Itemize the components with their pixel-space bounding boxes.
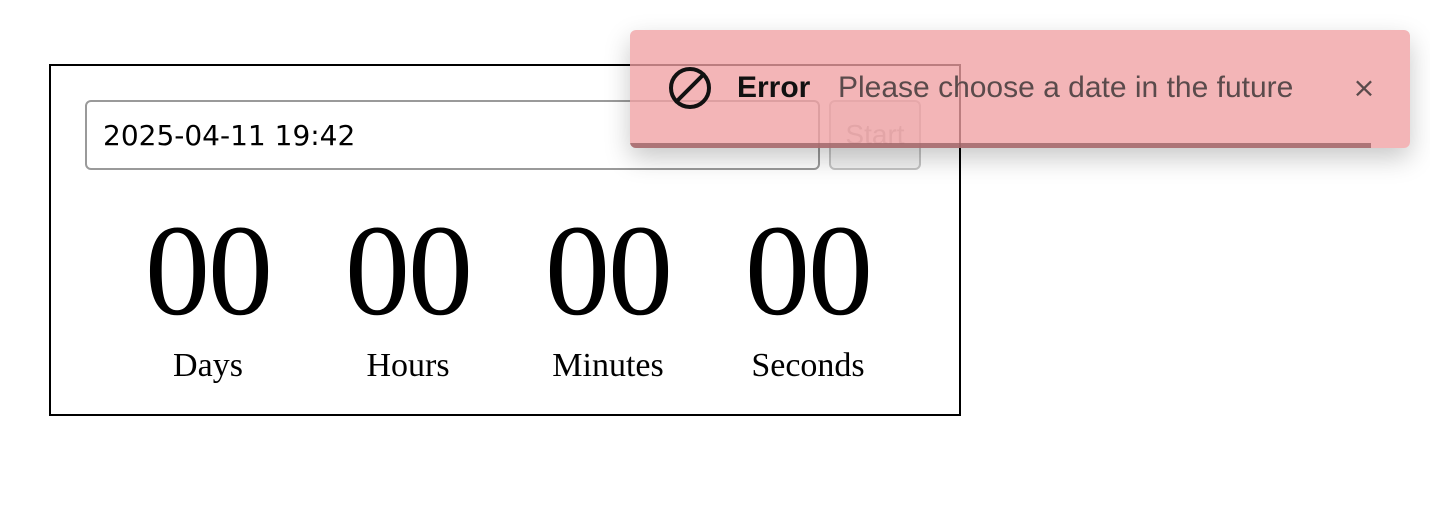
- minutes-label: Minutes: [552, 347, 664, 384]
- days-label: Days: [173, 347, 243, 384]
- seconds-unit: 00 Seconds: [708, 206, 908, 386]
- days-value: 00: [145, 199, 273, 343]
- toast-message: Please choose a date in the future: [838, 71, 1294, 104]
- error-toast: Error Please choose a date in the future…: [630, 30, 1410, 148]
- ban-icon: [668, 66, 712, 110]
- hours-label: Hours: [366, 347, 450, 384]
- seconds-value: 00: [745, 199, 873, 343]
- minutes-unit: 00 Minutes: [508, 206, 708, 386]
- hours-unit: 00 Hours: [308, 206, 508, 386]
- close-icon[interactable]: ×: [1346, 68, 1382, 108]
- days-unit: 00 Days: [108, 206, 308, 386]
- toast-title: Error: [737, 71, 811, 104]
- countdown-display: 00 Days 00 Hours 00 Minutes 00 Seconds: [51, 206, 959, 396]
- toast-progress-bar: [630, 143, 1371, 148]
- minutes-value: 00: [545, 199, 673, 343]
- seconds-label: Seconds: [751, 347, 865, 384]
- hours-value: 00: [345, 199, 473, 343]
